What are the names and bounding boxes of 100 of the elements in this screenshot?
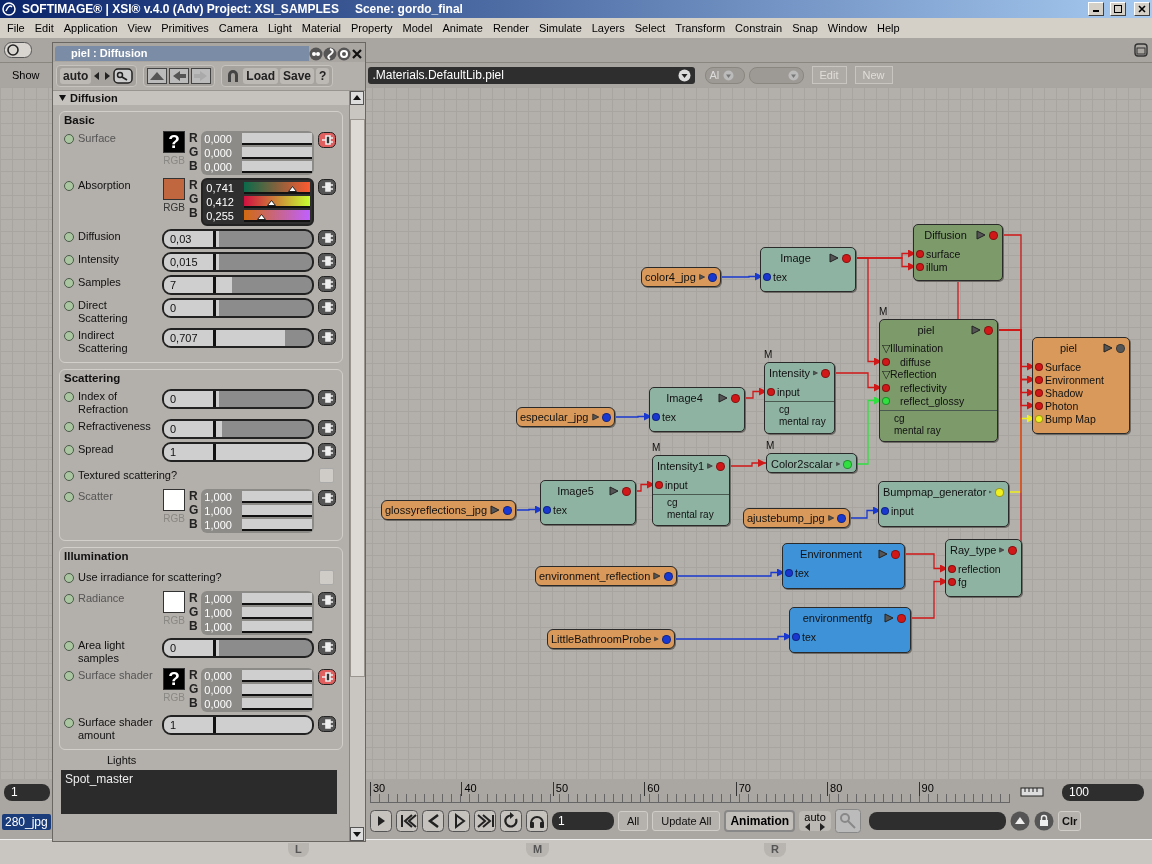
port-dot[interactable] [882,396,890,405]
level-marker-icon[interactable] [266,200,276,206]
port-dot[interactable] [1035,388,1043,397]
value-slider[interactable]: 1 [162,715,314,735]
range-marker[interactable]: R [764,843,786,857]
color-swatch[interactable] [163,178,185,200]
close-button[interactable] [1134,2,1150,16]
plug-icon[interactable] [318,179,336,195]
timeline-ruler[interactable]: 30 40 50 60 70 80 90 [370,781,1010,803]
animation-dot-icon[interactable] [64,641,74,651]
value-slider[interactable]: 0 [162,298,314,318]
next-frame-icon[interactable] [448,810,470,832]
value-slider[interactable]: 7 [162,275,314,295]
texture-node[interactable]: glossyreflections_jpg [381,500,516,520]
menu-item[interactable]: Layers [586,22,630,34]
scroll-thumb[interactable] [350,119,365,677]
output-port-dot[interactable] [984,325,993,335]
value-slider[interactable]: 0 [162,638,314,658]
menu-item[interactable]: File [2,22,30,34]
output-port-dot[interactable] [716,461,725,471]
value-slider[interactable]: 0 [162,419,314,439]
output-port-dot[interactable] [731,393,740,403]
panel-button[interactable]: ? [316,68,330,84]
channel-bar[interactable] [242,133,312,145]
animation-dot-icon[interactable] [64,422,74,432]
output-port-dot[interactable] [503,505,512,515]
menu-item[interactable]: Transform [670,22,731,34]
frame-field[interactable]: 1 [552,812,614,830]
playback-button[interactable]: Update All [652,811,721,831]
scroll-up-icon[interactable] [350,91,364,105]
output-port-dot[interactable] [662,634,671,644]
panel-button[interactable]: Load [243,68,278,84]
animation-button[interactable]: Animation [724,810,796,832]
texture-node[interactable]: ajustebump_jpg [743,508,850,528]
output-port-dot[interactable] [837,513,846,523]
menu-item[interactable]: Window [822,22,872,34]
channel-bar[interactable] [244,210,310,222]
menu-item[interactable]: Snap [787,22,823,34]
port-dot[interactable] [916,262,924,271]
port-dot[interactable] [1035,414,1043,423]
ruler-icon[interactable] [1020,786,1044,798]
channel-bar[interactable] [242,621,312,633]
material-node[interactable]: Diffusion surface illum [913,224,1003,281]
port-dot[interactable] [948,577,956,586]
value-slider[interactable]: 0,015 [162,252,314,272]
panel-button[interactable]: Save [280,68,315,84]
level-marker-icon[interactable] [288,186,298,192]
channel-bar[interactable] [242,698,312,710]
auto-key-control[interactable]: auto [799,811,832,831]
menu-item[interactable]: Property [345,22,398,34]
animation-dot-icon[interactable] [64,671,74,681]
plug-icon[interactable] [318,390,336,406]
output-port-dot[interactable] [842,253,851,263]
animation-dot-icon[interactable] [64,392,74,402]
port-dot[interactable] [785,568,793,577]
collapse-triangle-icon[interactable] [59,95,66,101]
menu-item[interactable]: Camera [213,22,263,34]
animation-dot-icon[interactable] [64,232,74,242]
output-port-dot[interactable] [995,487,1004,497]
animation-dot-icon[interactable] [64,255,74,265]
shader-node[interactable]: Ray_type reflection fg [945,539,1022,597]
port-dot[interactable] [792,632,800,641]
port-dot[interactable] [655,480,663,489]
maximize-button[interactable] [1110,2,1126,16]
environment-node[interactable]: environmentfg tex [789,607,911,653]
plug-icon[interactable] [318,420,336,436]
menu-item[interactable]: View [122,22,157,34]
path-dropdown[interactable]: .Materials.DefaultLib.piel [367,66,695,84]
shader-node[interactable]: Intensity1 input cg mental ray [652,455,730,526]
channel-bar[interactable] [242,491,312,503]
output-port-dot[interactable] [1008,545,1017,555]
animation-dot-icon[interactable] [64,331,74,341]
menu-item[interactable]: Model [397,22,438,34]
channel-bar[interactable] [242,593,312,605]
recycle-icon[interactable] [337,46,351,61]
end-frame-field[interactable]: 100 [1062,783,1144,801]
list-entry[interactable]: Spot_master [65,772,333,786]
plug-icon[interactable] [318,639,336,655]
menu-item[interactable]: Primitives [156,22,214,34]
playback-button[interactable]: All [618,811,649,831]
plug-icon[interactable] [318,299,336,315]
port-dot[interactable] [1035,401,1043,410]
port-dot[interactable] [763,272,771,281]
plug-icon[interactable] [318,276,336,292]
scroll-down-icon[interactable] [350,827,364,841]
close-icon[interactable] [351,47,363,60]
window-icon[interactable] [1134,43,1148,57]
minimize-button[interactable] [1088,2,1104,16]
material-node[interactable]: piel ▽Illumination diffuse ▽Reflection reflectivity reflect_glossy cg mental ray [879,319,998,442]
value-slider[interactable]: 0,03 [162,229,314,249]
value-slider[interactable]: 0,707 [162,328,314,348]
level-marker-icon[interactable] [256,214,266,220]
animation-dot-icon[interactable] [64,492,74,502]
menu-item[interactable]: Select [629,22,671,34]
animation-dot-icon[interactable] [64,278,74,288]
port-dot[interactable] [948,564,956,573]
texture-node[interactable]: environment_reflection [535,566,677,586]
menu-item[interactable]: Edit [29,22,59,34]
menu-item[interactable]: Application [58,22,123,34]
port-dot[interactable] [767,387,775,396]
